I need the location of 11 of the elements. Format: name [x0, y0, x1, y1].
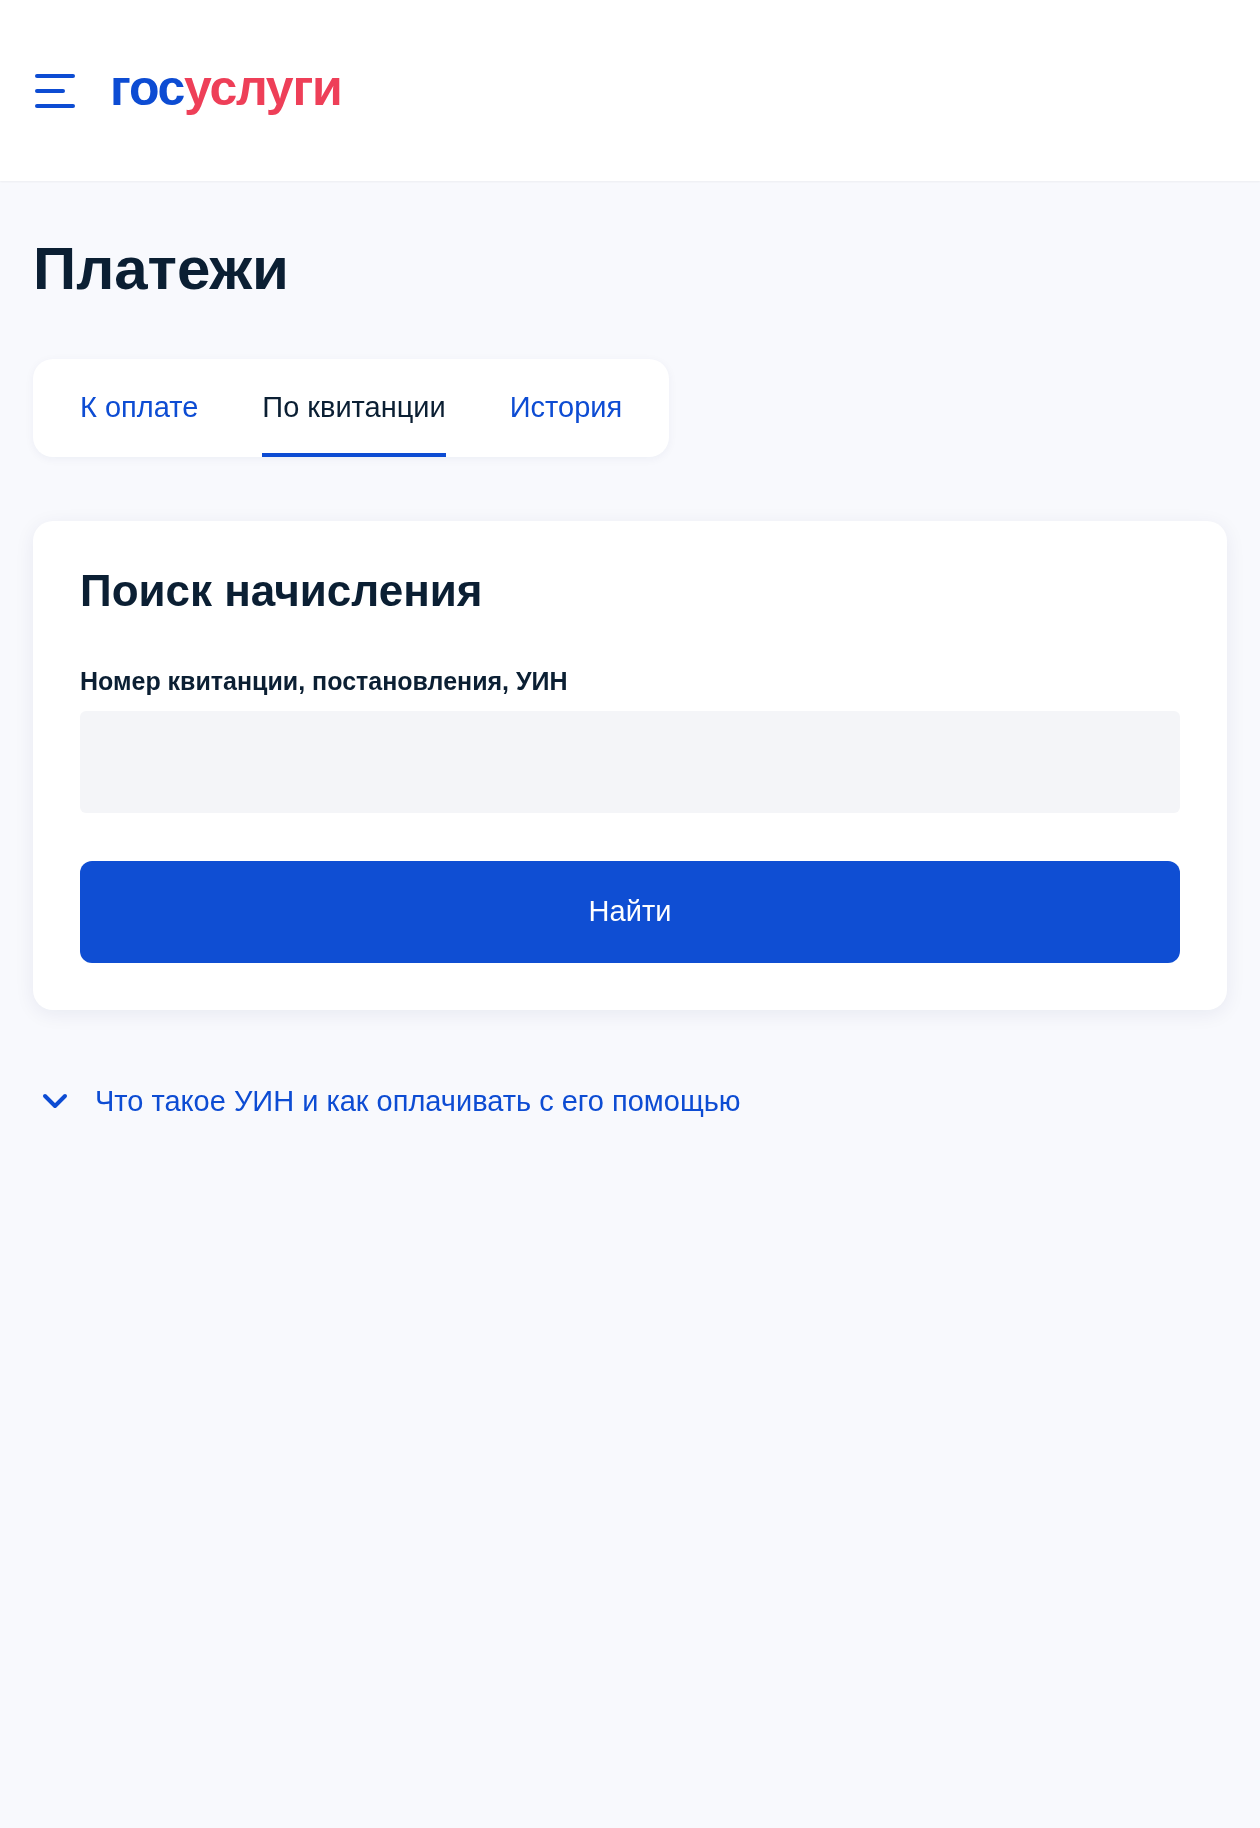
card-heading: Поиск начисления	[80, 569, 484, 613]
tab[interactable]: История	[509, 359, 623, 457]
find-button[interactable]: Найти	[80, 860, 1180, 963]
tab[interactable]: По квитанции	[262, 359, 446, 457]
chevron-down-icon	[42, 1093, 68, 1110]
menu-icon[interactable]	[35, 73, 75, 108]
tab[interactable]: К оплате	[80, 359, 199, 457]
field-label: Номер квитанции, постановления, УИН	[80, 666, 569, 697]
page-title: Платежи	[33, 239, 290, 299]
faq-link[interactable]: Что такое УИН и как оплачивать с его помощью	[42, 1079, 1227, 1123]
logo-text[interactable]: госуслуги	[110, 62, 342, 113]
